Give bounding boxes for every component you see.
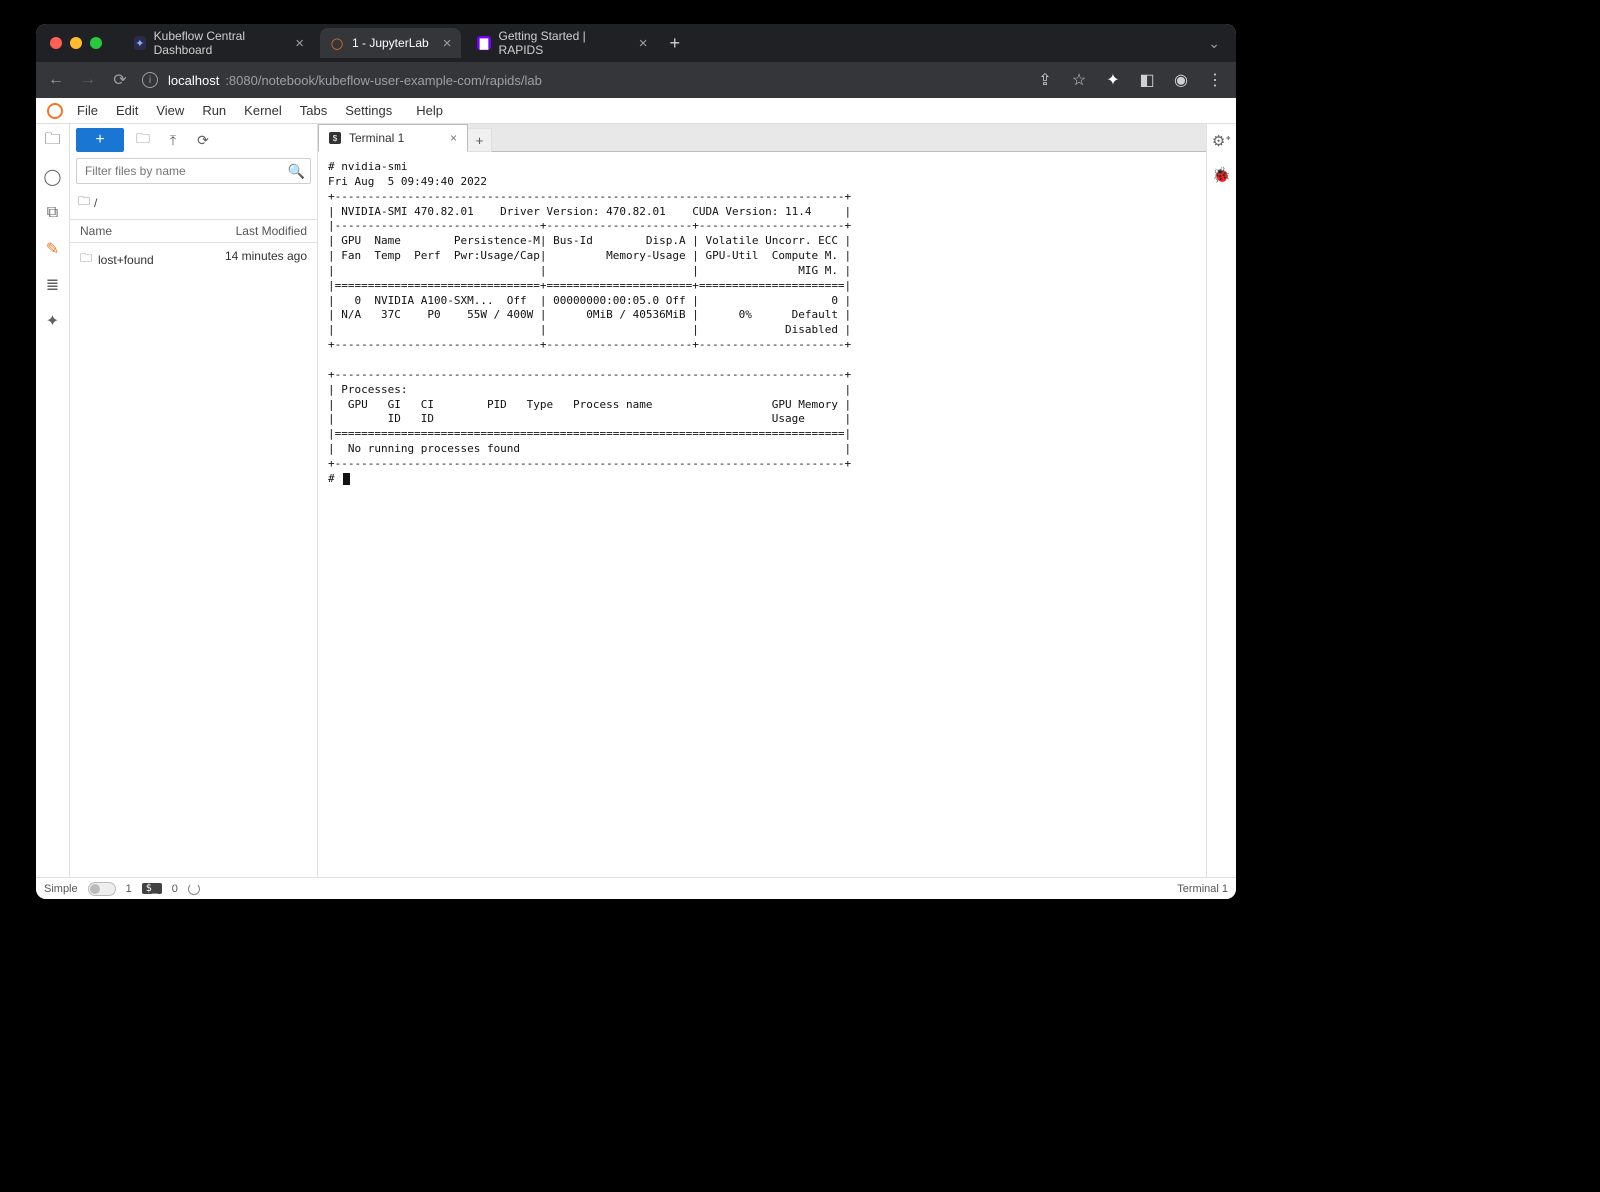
url-host: localhost xyxy=(168,73,219,88)
status-bar: Simple 1 $_ 0 Terminal 1 xyxy=(36,877,1236,899)
tab-close-icon[interactable]: × xyxy=(450,131,457,145)
new-launcher-button[interactable]: + xyxy=(76,128,124,152)
zoom-window-button[interactable] xyxy=(90,37,102,49)
debugger-icon[interactable]: 🐞 xyxy=(1212,166,1231,184)
tab-title: Kubeflow Central Dashboard xyxy=(154,29,282,57)
new-tab-button[interactable]: + xyxy=(663,33,686,54)
terminal-icon: $ xyxy=(329,132,341,144)
terminals-count: 1 xyxy=(126,883,132,895)
toc-icon[interactable]: ≣ xyxy=(42,274,64,296)
terminal-pane[interactable]: # nvidia-smi Fri Aug 5 09:49:40 2022 +--… xyxy=(318,152,1206,877)
col-name[interactable]: Name xyxy=(80,224,112,238)
add-tab-button[interactable]: + xyxy=(468,128,492,152)
extension-icon[interactable]: ✦ xyxy=(42,310,64,332)
terminal-badge: $_ xyxy=(142,883,162,894)
file-browser-panel: + 🗀 ⤒ ⟳ 🔍 🗀 / Name Last Modified xyxy=(70,124,318,877)
site-info-icon[interactable]: i xyxy=(142,72,158,88)
favicon-jupyter: ◯ xyxy=(330,36,344,50)
browser-tabstrip: ✦ Kubeflow Central Dashboard × ◯ 1 - Jup… xyxy=(36,24,1236,62)
menu-icon[interactable]: ⋮ xyxy=(1204,70,1226,90)
cursor xyxy=(343,473,350,485)
bookmark-icon[interactable]: ☆ xyxy=(1068,70,1090,90)
activity-bar: 🗀 ◯ ⧉ ✎ ≣ ✦ xyxy=(36,124,70,877)
search-icon: 🔍 xyxy=(288,163,305,180)
browser-tab-rapids[interactable]: ▇ Getting Started | RAPIDS × xyxy=(467,28,657,58)
sidepanel-icon[interactable]: ◧ xyxy=(1136,70,1158,90)
minimize-window-button[interactable] xyxy=(70,37,82,49)
jupyter-body: 🗀 ◯ ⧉ ✎ ≣ ✦ + 🗀 ⤒ ⟳ 🔍 🗀 xyxy=(36,124,1236,877)
menu-kernel[interactable]: Kernel xyxy=(235,103,291,118)
tab-title: Getting Started | RAPIDS xyxy=(499,29,625,57)
menu-file[interactable]: File xyxy=(68,103,107,118)
tabs-overflow-button[interactable]: ⌄ xyxy=(1198,35,1230,52)
commands-icon[interactable]: ⧉ xyxy=(42,202,64,224)
file-name: lost+found xyxy=(98,253,154,267)
upload-icon[interactable]: ⤒ xyxy=(162,132,184,149)
kernels-count: 0 xyxy=(172,883,178,895)
mode-label: Terminal 1 xyxy=(1177,883,1228,895)
file-modified: 14 minutes ago xyxy=(225,249,307,270)
browser-tab-jupyterlab[interactable]: ◯ 1 - JupyterLab × xyxy=(320,28,461,58)
simple-label: Simple xyxy=(44,883,78,895)
favicon-kubeflow: ✦ xyxy=(134,36,146,50)
tab-close-icon[interactable]: × xyxy=(639,35,648,52)
back-button[interactable]: ← xyxy=(46,71,66,89)
filter-input[interactable] xyxy=(76,158,311,184)
profile-icon[interactable]: ◉ xyxy=(1170,70,1192,90)
folder-icon[interactable]: 🗀 xyxy=(42,130,64,152)
browser-tab-kubeflow[interactable]: ✦ Kubeflow Central Dashboard × xyxy=(124,28,314,58)
col-modified[interactable]: Last Modified xyxy=(236,224,307,238)
file-filter: 🔍 xyxy=(76,158,311,184)
tab-title: 1 - JupyterLab xyxy=(352,36,429,50)
file-list-header: Name Last Modified xyxy=(70,219,317,243)
jupyterlab-app: File Edit View Run Kernel Tabs Settings … xyxy=(36,98,1236,899)
dock-tabs: $ Terminal 1 × + xyxy=(318,124,1206,152)
main-area: $ Terminal 1 × + # nvidia-smi Fri Aug 5 … xyxy=(318,124,1206,877)
tab-title: Terminal 1 xyxy=(349,131,404,145)
menu-view[interactable]: View xyxy=(147,103,193,118)
reload-button[interactable]: ⟳ xyxy=(110,70,130,90)
menu-tabs[interactable]: Tabs xyxy=(291,103,336,118)
new-folder-icon[interactable]: 🗀 xyxy=(132,128,154,152)
menu-help[interactable]: Help xyxy=(407,103,452,118)
property-inspector-icon[interactable]: ⚙ᐩ xyxy=(1212,132,1231,150)
menubar: File Edit View Run Kernel Tabs Settings … xyxy=(36,98,1236,124)
menu-run[interactable]: Run xyxy=(193,103,235,118)
jupyter-logo[interactable] xyxy=(42,98,68,124)
close-window-button[interactable] xyxy=(50,37,62,49)
busy-icon xyxy=(188,883,200,895)
tab-close-icon[interactable]: × xyxy=(295,35,304,52)
window-controls xyxy=(50,37,102,49)
running-icon[interactable]: ◯ xyxy=(42,166,64,188)
right-sidebar: ⚙ᐩ 🐞 xyxy=(1206,124,1236,877)
breadcrumb[interactable]: 🗀 / xyxy=(70,190,317,219)
nvdashboard-icon[interactable]: ✎ xyxy=(42,238,64,260)
refresh-icon[interactable]: ⟳ xyxy=(192,132,214,149)
share-icon[interactable]: ⇪ xyxy=(1034,70,1056,90)
file-toolbar: + 🗀 ⤒ ⟳ xyxy=(70,124,317,156)
folder-icon: 🗀 xyxy=(78,192,90,213)
url-path: :8080/notebook/kubeflow-user-example-com… xyxy=(225,73,542,88)
address-bar[interactable]: i localhost :8080/notebook/kubeflow-user-… xyxy=(142,72,542,88)
breadcrumb-root: / xyxy=(94,196,97,210)
menu-settings[interactable]: Settings xyxy=(336,103,401,118)
extensions-icon[interactable]: ✦ xyxy=(1102,70,1124,90)
browser-window: ✦ Kubeflow Central Dashboard × ◯ 1 - Jup… xyxy=(36,24,1236,899)
simple-toggle[interactable] xyxy=(88,882,116,896)
menu-edit[interactable]: Edit xyxy=(107,103,147,118)
forward-button[interactable]: → xyxy=(78,71,98,89)
tab-close-icon[interactable]: × xyxy=(443,35,452,52)
file-row[interactable]: 🗀 lost+found 14 minutes ago xyxy=(70,243,317,276)
terminal-output: # nvidia-smi Fri Aug 5 09:49:40 2022 +--… xyxy=(328,160,1196,487)
folder-icon: 🗀 xyxy=(80,249,92,270)
tab-terminal-1[interactable]: $ Terminal 1 × xyxy=(318,124,468,152)
browser-toolbar: ← → ⟳ i localhost :8080/notebook/kubeflow… xyxy=(36,62,1236,98)
favicon-rapids: ▇ xyxy=(477,36,490,50)
